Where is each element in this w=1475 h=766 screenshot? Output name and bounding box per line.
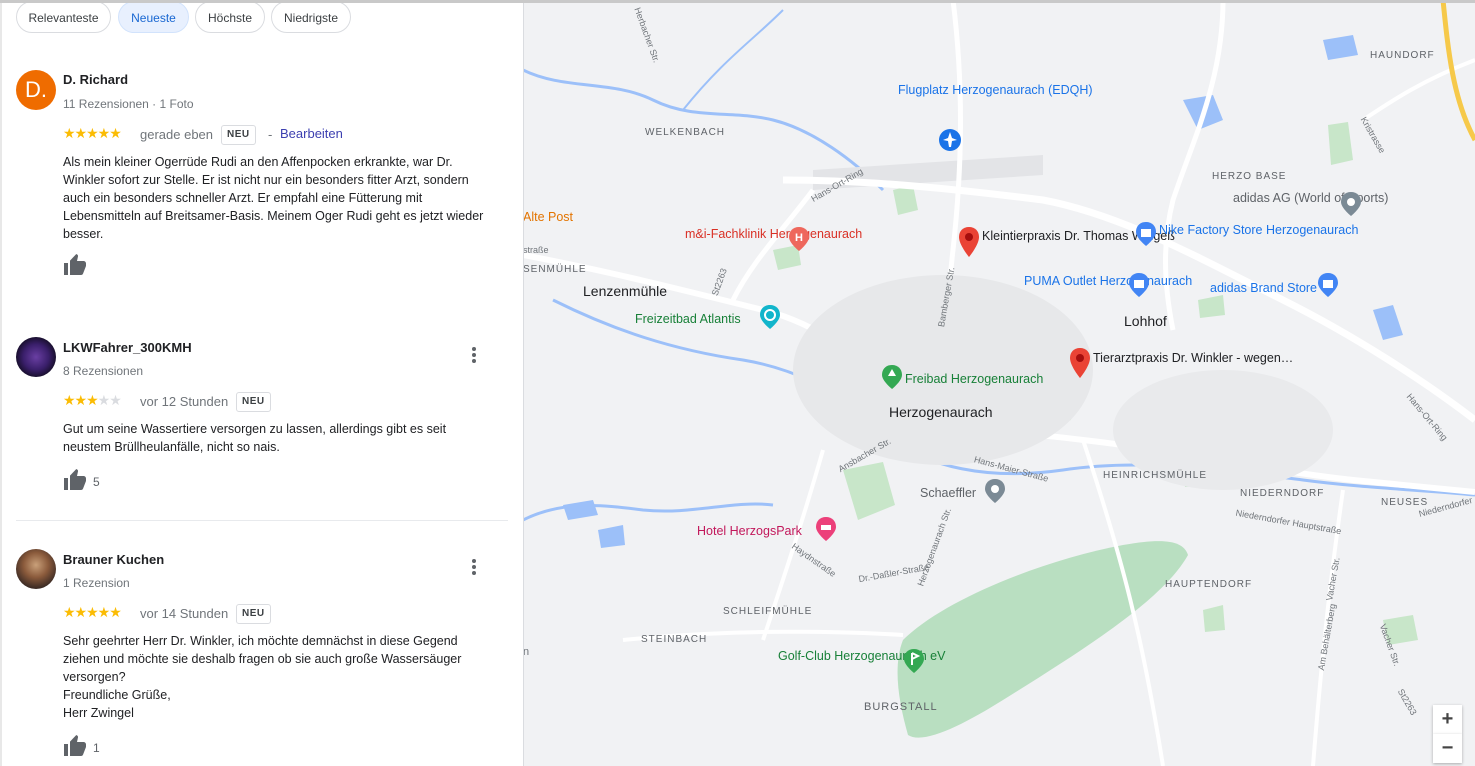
place-adidas-ag[interactable]: adidas AG (World of Sports) bbox=[1233, 191, 1388, 205]
separator: - bbox=[268, 127, 273, 142]
review-divider bbox=[16, 520, 508, 521]
new-badge: NEU bbox=[236, 392, 271, 412]
district-herzo-base: HERZO BASE bbox=[1212, 171, 1287, 182]
sort-chip-relevant[interactable]: Relevanteste bbox=[16, 1, 111, 33]
zoom-in-button[interactable]: + bbox=[1433, 705, 1462, 734]
reviews-panel: Relevanteste Neueste Höchste Niedrigste … bbox=[0, 0, 524, 766]
avatar[interactable]: D. bbox=[16, 70, 56, 110]
like-count: 5 bbox=[93, 475, 100, 489]
airport-pin-icon[interactable] bbox=[939, 126, 961, 154]
place-schaeffler[interactable]: Schaeffler bbox=[920, 486, 976, 500]
place-nike[interactable]: Nike Factory Store Herzogenaurach bbox=[1159, 223, 1358, 237]
top-border bbox=[0, 0, 1475, 3]
map-canvas[interactable]: Flugplatz Herzogenaurach (EDQH) m&i-Fach… bbox=[523, 0, 1475, 766]
reviewer-meta[interactable]: 8 Rezensionen bbox=[63, 364, 143, 378]
pool-pin-icon[interactable] bbox=[759, 304, 781, 330]
district-welkenbach: WELKENBACH bbox=[645, 127, 726, 138]
place-hotel[interactable]: Hotel HerzogsPark bbox=[697, 524, 802, 538]
district-niederndorf: NIEDERNDORF bbox=[1240, 488, 1325, 499]
review-time: vor 14 Stunden bbox=[140, 606, 229, 621]
town-lohhof: Lohhof bbox=[1124, 313, 1167, 329]
shopping-pin-icon[interactable] bbox=[1317, 272, 1339, 298]
reviewer-meta[interactable]: 1 Rezension bbox=[63, 576, 130, 590]
place-freibad[interactable]: Freibad Herzogenaurach bbox=[905, 372, 1043, 386]
shopping-pin-icon[interactable] bbox=[1128, 272, 1150, 298]
place-flugplatz[interactable]: Flugplatz Herzogenaurach (EDQH) bbox=[898, 83, 1093, 97]
town-herzogenaurach: Herzogenaurach bbox=[889, 404, 993, 420]
place-puma[interactable]: PUMA Outlet Herzogenaurach bbox=[1024, 274, 1192, 288]
review-time: gerade eben bbox=[140, 127, 214, 142]
place-alte-post[interactable]: Alte Post bbox=[523, 210, 573, 224]
street-strasse: straße bbox=[523, 245, 549, 255]
reviewer-name[interactable]: D. Richard bbox=[63, 72, 128, 87]
location-pin-icon[interactable] bbox=[1340, 191, 1362, 217]
map-pin-icon[interactable] bbox=[1069, 347, 1091, 379]
reviewer-name[interactable]: LKWFahrer_300KMH bbox=[63, 340, 192, 355]
like-button[interactable] bbox=[63, 254, 93, 276]
district-schleifmuehle: SCHLEIFMÜHLE bbox=[723, 606, 813, 617]
thumbs-up-icon bbox=[64, 735, 86, 756]
location-pin-icon[interactable] bbox=[984, 478, 1006, 504]
new-badge: NEU bbox=[221, 125, 256, 145]
more-options-icon[interactable] bbox=[472, 347, 476, 363]
more-options-icon[interactable] bbox=[472, 559, 476, 575]
shopping-pin-icon[interactable] bbox=[1135, 221, 1157, 247]
reviewer-name[interactable]: Brauner Kuchen bbox=[63, 552, 164, 567]
review-text: Als mein kleiner Ogerrüde Rudi an den Af… bbox=[63, 155, 484, 241]
place-fachklinik[interactable]: m&i-Fachklinik Herzogenaurach bbox=[685, 227, 862, 241]
district-senmuehle: SENMÜHLE bbox=[523, 264, 587, 275]
svg-text:H: H bbox=[795, 232, 803, 244]
map-pin-icon[interactable] bbox=[958, 226, 980, 258]
review-text: Sehr geehrter Herr Dr. Winkler, ich möch… bbox=[63, 634, 462, 720]
sort-chip-highest[interactable]: Höchste bbox=[195, 1, 265, 33]
thumbs-up-icon bbox=[64, 469, 86, 490]
district-steinbach: STEINBACH bbox=[641, 634, 708, 645]
hotel-pin-icon[interactable] bbox=[815, 516, 837, 542]
like-count: 1 bbox=[93, 741, 100, 755]
review-item: LKWFahrer_300KMH 8 Rezensionen ★★★★★ vor… bbox=[16, 337, 508, 497]
golf-pin-icon[interactable] bbox=[903, 648, 925, 674]
district-haundorf: HAUNDORF bbox=[1370, 50, 1435, 61]
review-time: vor 12 Stunden bbox=[140, 394, 229, 409]
review-text: Gut um seine Wassertiere versorgen zu la… bbox=[63, 422, 447, 454]
park-pin-icon[interactable] bbox=[881, 364, 903, 390]
edit-link[interactable]: Bearbeiten bbox=[280, 126, 343, 141]
thumbs-up-icon bbox=[64, 254, 86, 275]
avatar[interactable] bbox=[16, 549, 56, 589]
place-freizeitbad[interactable]: Freizeitbad Atlantis bbox=[635, 312, 741, 326]
like-button[interactable]: 1 bbox=[63, 735, 123, 757]
star-rating: ★★★★★ bbox=[63, 392, 122, 408]
hospital-pin-icon[interactable]: H bbox=[788, 226, 810, 252]
town-lenzenmuehle: Lenzenmühle bbox=[583, 283, 668, 299]
star-rating: ★★★★★ bbox=[63, 125, 122, 141]
avatar[interactable] bbox=[16, 337, 56, 377]
district-hauptendorf: HAUPTENDORF bbox=[1165, 579, 1253, 590]
district-heinrichsmuehle: HEINRICHSMÜHLE bbox=[1103, 470, 1208, 481]
zoom-out-button[interactable]: − bbox=[1433, 734, 1462, 763]
reviewer-meta[interactable]: 11 Rezensionen · 1 Foto bbox=[63, 97, 194, 111]
panel-left-edge bbox=[0, 0, 2, 766]
district-burgstall: BURGSTALL bbox=[864, 701, 938, 713]
new-badge: NEU bbox=[236, 604, 271, 624]
sort-chip-lowest[interactable]: Niedrigste bbox=[271, 1, 351, 33]
place-tierarztpraxis[interactable]: Tierarztpraxis Dr. Winkler - wegen… bbox=[1093, 351, 1293, 365]
review-item: Brauner Kuchen 1 Rezension ★★★★★ vor 14 … bbox=[16, 549, 508, 766]
sort-chip-newest[interactable]: Neueste bbox=[118, 1, 189, 33]
place-adidas-brand[interactable]: adidas Brand Store bbox=[1210, 281, 1317, 295]
like-button[interactable]: 5 bbox=[63, 469, 123, 491]
review-item: D. D. Richard 11 Rezensionen · 1 Foto ★★… bbox=[16, 70, 508, 280]
star-rating: ★★★★★ bbox=[63, 604, 122, 620]
